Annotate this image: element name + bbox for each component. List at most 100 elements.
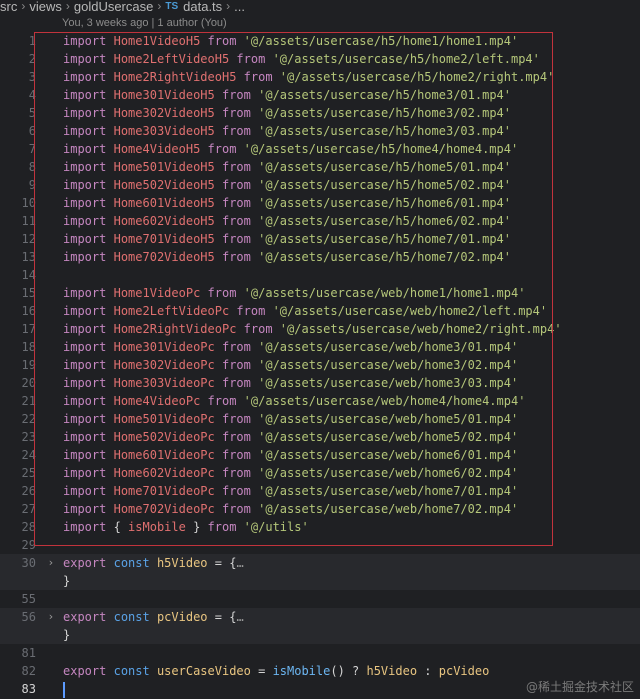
code-line[interactable]: 11 import Home602VideoH5 from '@/assets/u… <box>0 212 640 230</box>
keyword-const: const <box>113 556 150 570</box>
import-path-string: '@/assets/usercase/h5/home4/home4.mp4' <box>243 142 519 156</box>
code-line[interactable]: 20 import Home303VideoPc from '@/assets/u… <box>0 374 640 392</box>
code-line[interactable]: 28 import { isMobile } from '@/utils' <box>0 518 640 536</box>
line-number: 25 <box>21 466 36 480</box>
keyword-from: from <box>236 52 266 66</box>
import-identifier: Home302VideoH5 <box>113 106 215 120</box>
code-line[interactable]: 30 › export const h5Video = {… <box>0 554 640 572</box>
code-line[interactable]: 23 import Home502VideoPc from '@/assets/u… <box>0 428 640 446</box>
code-line[interactable]: 17 import Home2RightVideoPc from '@/asset… <box>0 320 640 338</box>
code-line[interactable]: 21 import Home4VideoPc from '@/assets/use… <box>0 392 640 410</box>
import-identifier: Home501VideoPc <box>113 412 215 426</box>
line-number: 26 <box>21 484 36 498</box>
code-line[interactable]: 10 import Home601VideoH5 from '@/assets/u… <box>0 194 640 212</box>
code-line[interactable]: 55 <box>0 590 640 608</box>
code-line[interactable]: 56 › export const pcVideo = {… <box>0 608 640 626</box>
breadcrumb-item-goldusercase[interactable]: goldUsercase <box>74 0 154 13</box>
keyword-import: import <box>63 88 107 102</box>
code-line[interactable]: 7 import Home4VideoH5 from '@/assets/user… <box>0 140 640 158</box>
breadcrumb-item-views[interactable]: views <box>29 0 62 13</box>
keyword-import: import <box>63 124 107 138</box>
code-line[interactable]: 18 import Home301VideoPc from '@/assets/u… <box>0 338 640 356</box>
line-number: 17 <box>21 322 36 336</box>
code-line[interactable]: 14 <box>0 266 640 284</box>
code-line[interactable]: 9 import Home502VideoH5 from '@/assets/us… <box>0 176 640 194</box>
code-line[interactable]: 19 import Home302VideoPc from '@/assets/u… <box>0 356 640 374</box>
import-path-string: '@/assets/usercase/h5/home6/01.mp4' <box>258 196 511 210</box>
keyword-import: import <box>63 52 107 66</box>
line-number: 15 <box>21 286 36 300</box>
line-number: 30 <box>21 556 36 570</box>
code-line[interactable]: 24 import Home601VideoPc from '@/assets/u… <box>0 446 640 464</box>
keyword-import: import <box>63 34 107 48</box>
keyword-import: import <box>63 358 107 372</box>
keyword-import: import <box>63 250 107 264</box>
code-line[interactable]: 15 import Home1VideoPc from '@/assets/use… <box>0 284 640 302</box>
code-line[interactable]: 12 import Home701VideoH5 from '@/assets/u… <box>0 230 640 248</box>
line-number: 55 <box>21 592 36 606</box>
import-path-string: '@/assets/usercase/web/home3/02.mp4' <box>258 358 519 372</box>
code-line[interactable]: 8 import Home501VideoH5 from '@/assets/us… <box>0 158 640 176</box>
import-identifier: Home302VideoPc <box>113 358 215 372</box>
keyword-from: from <box>207 34 237 48</box>
keyword-import: import <box>63 106 107 120</box>
code-line[interactable]: 27 import Home702VideoPc from '@/assets/u… <box>0 500 640 518</box>
code-line[interactable]: 22 import Home501VideoPc from '@/assets/u… <box>0 410 640 428</box>
import-path-string: '@/assets/usercase/h5/home5/01.mp4' <box>258 160 511 174</box>
line-number: 20 <box>21 376 36 390</box>
code-token: = { <box>207 610 237 624</box>
keyword-import: import <box>63 304 107 318</box>
import-path-string: '@/assets/usercase/web/home6/02.mp4' <box>258 466 519 480</box>
breadcrumb-item-src[interactable]: src <box>0 0 17 13</box>
breadcrumb-item-symbols[interactable]: ... <box>234 0 245 13</box>
code-line[interactable]: 16 import Home2LeftVideoPc from '@/assets… <box>0 302 640 320</box>
code-line[interactable]: 4 import Home301VideoH5 from '@/assets/us… <box>0 86 640 104</box>
const-identifier: h5Video <box>156 556 208 570</box>
import-path-string: '@/assets/usercase/h5/home5/02.mp4' <box>258 178 511 192</box>
code-content: import Home2RightVideoH5 from '@/assets/… <box>63 68 554 86</box>
import-path-string: '@/assets/usercase/web/home2/right.mp4' <box>279 322 562 336</box>
code-line[interactable]: 2 import Home2LeftVideoH5 from '@/assets/… <box>0 50 640 68</box>
code-line[interactable]: } <box>0 626 640 644</box>
code-line[interactable]: 6 import Home303VideoH5 from '@/assets/us… <box>0 122 640 140</box>
code-line[interactable]: 25 import Home602VideoPc from '@/assets/u… <box>0 464 640 482</box>
code-line[interactable]: 81 <box>0 644 640 662</box>
import-identifier: Home701VideoPc <box>113 484 215 498</box>
fold-chevron-icon[interactable]: › <box>46 608 56 626</box>
keyword-from: from <box>243 70 273 84</box>
keyword-const: const <box>113 664 150 678</box>
closing-brace: } <box>63 628 71 642</box>
closing-brace: } <box>63 574 71 588</box>
import-identifier: Home1VideoPc <box>113 286 201 300</box>
code-line[interactable]: 3 import Home2RightVideoH5 from '@/assets… <box>0 68 640 86</box>
chevron-right-icon: › <box>21 0 26 13</box>
code-line[interactable]: } <box>0 572 640 590</box>
keyword-from: from <box>221 448 251 462</box>
code-line[interactable]: 5 import Home302VideoH5 from '@/assets/us… <box>0 104 640 122</box>
breadcrumb: src › views › goldUsercase › TS data.ts ›... <box>0 0 640 14</box>
fold-chevron-icon[interactable]: › <box>46 554 56 572</box>
code-line[interactable]: 1 import Home1VideoH5 from '@/assets/user… <box>0 32 640 50</box>
code-line[interactable]: 13 import Home702VideoH5 from '@/assets/u… <box>0 248 640 266</box>
code-content <box>63 680 65 698</box>
code-content: import Home502VideoH5 from '@/assets/use… <box>63 176 511 194</box>
codelens-blame[interactable]: You, 3 weeks ago | 1 author (You) <box>62 17 227 29</box>
code-content: import Home702VideoPc from '@/assets/use… <box>63 500 518 518</box>
breadcrumb-item-file[interactable]: data.ts <box>183 0 222 13</box>
ternary-true-value: h5Video <box>366 664 418 678</box>
keyword-import: import <box>63 340 107 354</box>
keyword-import: import <box>63 466 107 480</box>
code-editor[interactable]: 1 import Home1VideoH5 from '@/assets/user… <box>0 32 640 699</box>
code-line[interactable]: 29 <box>0 536 640 554</box>
keyword-import: import <box>63 232 107 246</box>
keyword-from: from <box>221 232 251 246</box>
code-line[interactable]: 26 import Home701VideoPc from '@/assets/u… <box>0 482 640 500</box>
